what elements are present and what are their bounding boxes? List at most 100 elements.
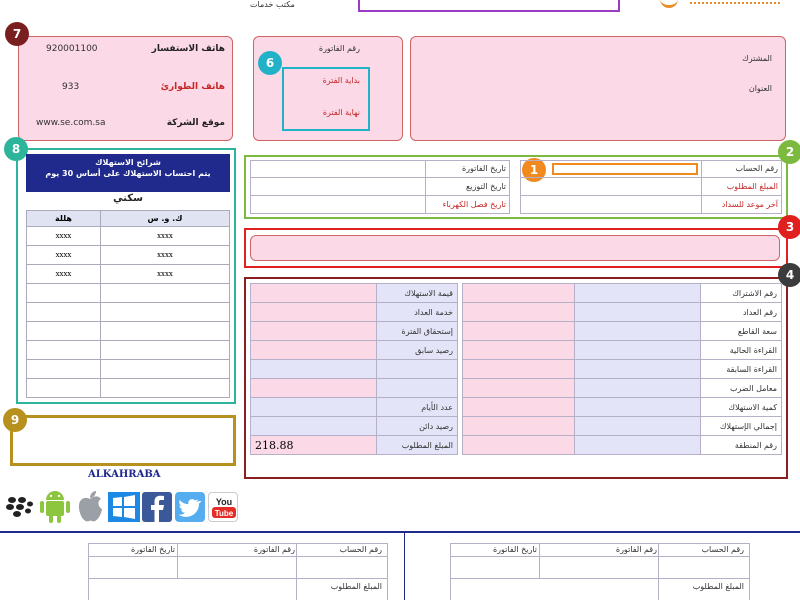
tariff-halala-cell: [26, 378, 101, 398]
logo-text-fragment: [690, 2, 780, 4]
details-right-label: رقم العداد: [700, 302, 782, 322]
period-end-label: نهاية الفترة: [322, 108, 360, 117]
tariff-kwh-cell: [100, 321, 230, 341]
details-left-value: 218.88: [250, 435, 377, 455]
android-icon[interactable]: [38, 488, 72, 524]
tariff-kwh-cell: [100, 378, 230, 398]
tariff-kwh-cell: [100, 283, 230, 303]
website-label: موقع الشركة: [166, 118, 225, 128]
badge-7: 7: [5, 22, 29, 46]
details-left-value: [250, 359, 377, 379]
details-right-value-b: [574, 340, 701, 360]
tariff-halala-cell: xxxx: [26, 226, 101, 246]
details-left-value: [250, 283, 377, 303]
details-right-row: معامل الضرب: [462, 378, 782, 398]
emergency-phone-value: 933: [62, 82, 80, 92]
tariff-row: [26, 378, 230, 398]
badge-8: 8: [4, 137, 28, 161]
tariff-kwh-cell: xxxx: [100, 264, 230, 284]
brand-name: ALKAHRABA: [88, 469, 161, 480]
tariff-row: [26, 321, 230, 341]
details-right-row: إجمالي الإستهلاك: [462, 416, 782, 436]
message-bar: [250, 235, 780, 261]
details-left-row: رصيد سابق: [250, 340, 458, 360]
details-right-value-b: [574, 378, 701, 398]
details-right-value-a: [462, 359, 575, 379]
badge-3: 3: [778, 215, 800, 239]
top-purple-frame: [358, 0, 620, 12]
details-left-label: خدمة العداد: [376, 302, 458, 322]
details-left-row: رصيد دائن: [250, 416, 458, 436]
tariff-row: xxxx xxxx: [26, 245, 230, 265]
tariff-header: شرائح الاستهلاك يتم احتساب الاستهلاك على…: [26, 154, 230, 192]
inquiry-phone-label: هاتف الاستفسار: [151, 44, 225, 54]
details-right-value-b: [574, 397, 701, 417]
details-right-value-a: [462, 302, 575, 322]
details-right-value-a: [462, 340, 575, 360]
details-right-row: رقم المنطقة: [462, 435, 782, 455]
subscriber-name-label: المشترك: [742, 54, 772, 63]
tariff-halala-cell: [26, 321, 101, 341]
last-payment-date-label: آخر موعد للسداد: [721, 200, 778, 209]
tariff-row: [26, 283, 230, 303]
tariff-halala-cell: [26, 340, 101, 360]
details-left-label: إستحقاق الفترة: [376, 321, 458, 341]
blackberry-icon[interactable]: [4, 494, 34, 520]
svg-text:Tube: Tube: [215, 509, 234, 518]
tariff-subtitle: يتم احتساب الاستهلاك على أساس 30 يوم: [45, 169, 211, 178]
details-left-value: [250, 416, 377, 436]
details-left-value: [250, 378, 377, 398]
details-right-value-b: [574, 283, 701, 303]
details-right-row: رقم العداد: [462, 302, 782, 322]
tariff-kwh-cell: xxxx: [100, 245, 230, 265]
twitter-icon[interactable]: [175, 492, 205, 522]
details-right-value-a: [462, 435, 575, 455]
tariff-row: [26, 359, 230, 379]
windows-icon[interactable]: [108, 492, 140, 522]
logo-fragment: [660, 0, 678, 8]
details-left-row: [250, 378, 458, 398]
details-right-label: القراءة السابقة: [700, 359, 782, 379]
subscriber-address-label: العنوان: [748, 84, 772, 93]
details-right-row: القراءة الحالية: [462, 340, 782, 360]
tariff-halala-cell: [26, 359, 101, 379]
account-number-field: [552, 163, 698, 175]
website-value[interactable]: www.se.com.sa: [36, 118, 106, 128]
details-left-label: رصيد سابق: [376, 340, 458, 360]
tariff-row: [26, 340, 230, 360]
details-left-value: [250, 397, 377, 417]
details-left-table: قيمة الاستهلاك خدمة العداد إستحقاق الفترة ر…: [250, 283, 458, 455]
col-kwh: ك. و. س: [100, 210, 230, 227]
details-right-label: القراءة الحالية: [700, 340, 782, 360]
tariff-table: هللة ك. و. س xxxx xxxx xxxx xxxx xxxx xxxx: [26, 210, 230, 398]
badge-6: 6: [258, 51, 282, 75]
youtube-icon[interactable]: You Tube: [208, 492, 238, 522]
invoice-date-label: تاريخ الفاتورة: [461, 164, 506, 173]
notes-frame: [10, 415, 236, 466]
stub-left-invoice-number: رقم الفاتورة: [253, 545, 295, 554]
details-left-label: قيمة الاستهلاك: [376, 283, 458, 303]
details-right-value-a: [462, 283, 575, 303]
details-right-label: سعة القاطع: [700, 321, 782, 341]
facebook-icon[interactable]: [142, 492, 172, 522]
tariff-halala-cell: [26, 283, 101, 303]
details-right-label: رقم الاشتراك: [700, 283, 782, 303]
disconnect-date-label: تاريخ فصل الكهرباء: [442, 200, 506, 209]
apple-icon[interactable]: [75, 490, 105, 524]
details-left-row: 218.88 المبلغ المطلوب: [250, 435, 458, 455]
invoice-number-label: رقم الفاتورة: [318, 44, 360, 53]
svg-text:You: You: [216, 497, 232, 507]
stub-right-invoice-date: تاريخ الفاتورة: [492, 545, 537, 554]
stub-right-amount-due: المبلغ المطلوب: [692, 582, 744, 591]
tariff-kwh-cell: [100, 359, 230, 379]
tariff-kwh-cell: [100, 340, 230, 360]
service-office-label: مكتب خدمات: [250, 0, 295, 9]
details-left-label: المبلغ المطلوب: [376, 435, 458, 455]
details-right-label: إجمالي الإستهلاك: [700, 416, 782, 436]
tear-line: [0, 531, 800, 533]
details-left-row: إستحقاق الفترة: [250, 321, 458, 341]
details-right-row: سعة القاطع: [462, 321, 782, 341]
details-right-value-a: [462, 397, 575, 417]
subscriber-box: [410, 36, 786, 141]
details-left-row: خدمة العداد: [250, 302, 458, 322]
